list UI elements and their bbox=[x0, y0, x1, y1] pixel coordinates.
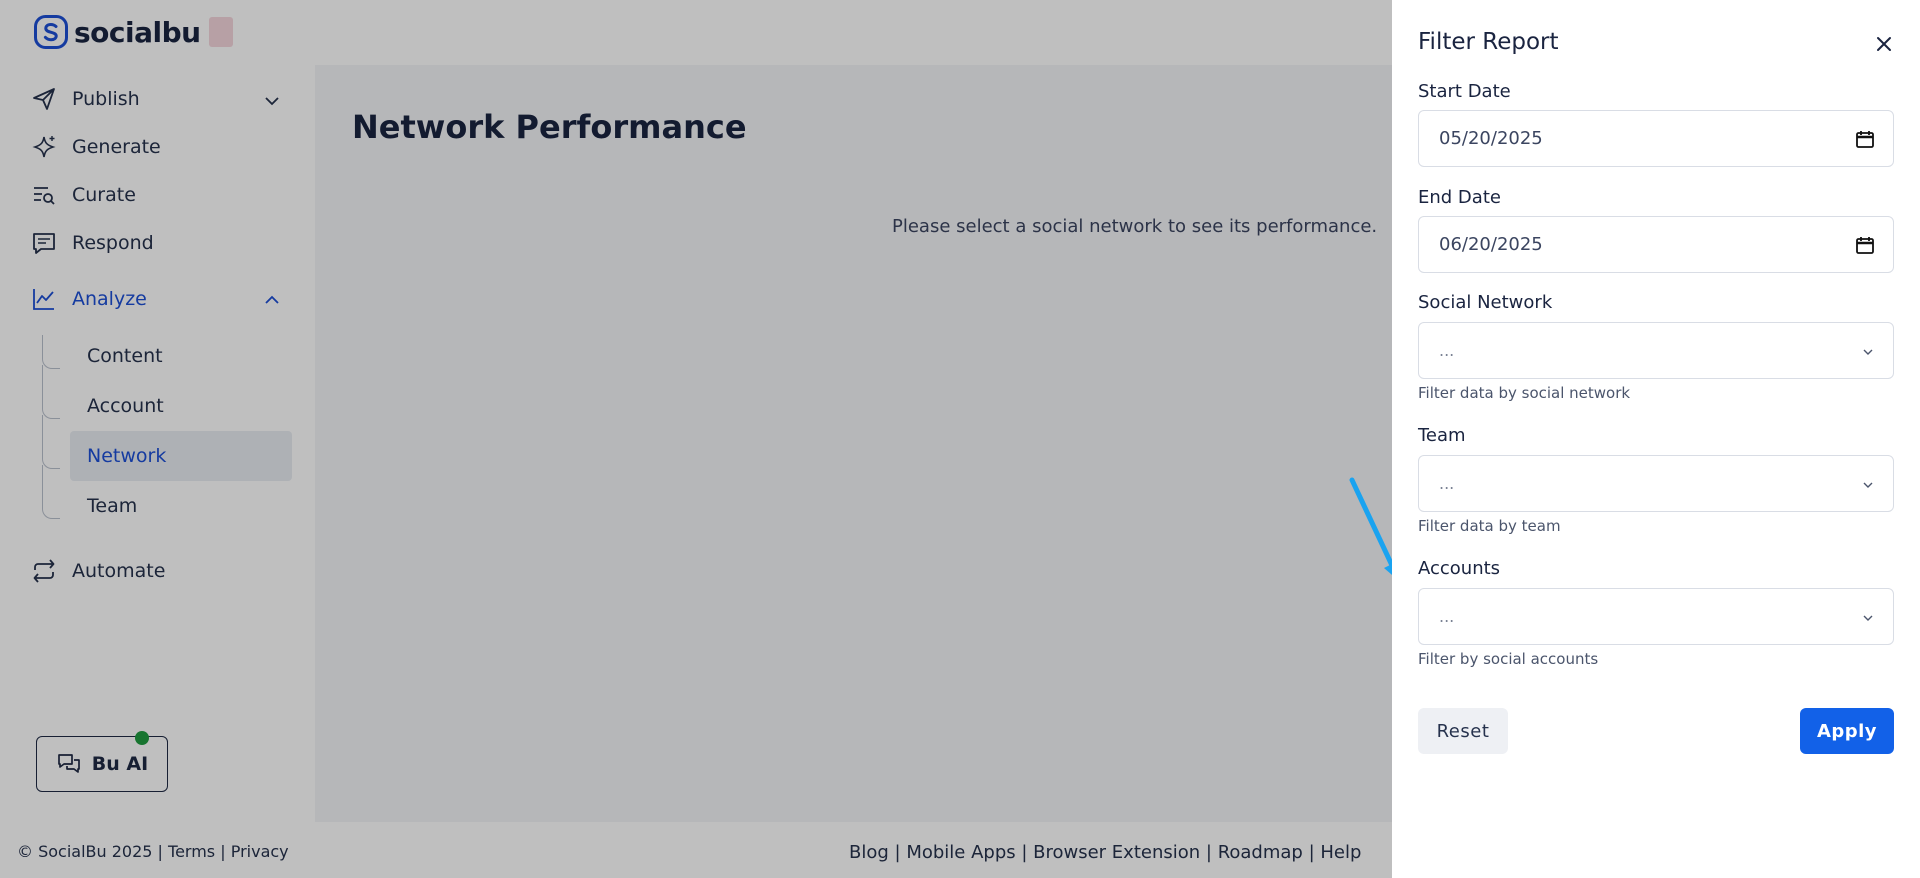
start-date-label: Start Date bbox=[1418, 81, 1511, 102]
accounts-help: Filter by social accounts bbox=[1418, 650, 1599, 668]
team-label: Team bbox=[1418, 425, 1466, 446]
team-select[interactable]: ... bbox=[1418, 455, 1894, 512]
social-network-help: Filter data by social network bbox=[1418, 384, 1631, 402]
close-icon[interactable] bbox=[1870, 30, 1898, 58]
end-date-label: End Date bbox=[1418, 187, 1501, 208]
team-value: ... bbox=[1439, 474, 1455, 493]
end-date-input[interactable]: 06/20/2025 bbox=[1418, 216, 1894, 273]
social-network-label: Social Network bbox=[1418, 292, 1553, 313]
filter-report-panel: Filter Report Start Date 05/20/2025 End … bbox=[1392, 0, 1920, 878]
accounts-label: Accounts bbox=[1418, 558, 1501, 579]
chevron-down-icon bbox=[1863, 349, 1873, 355]
apply-button[interactable]: Apply bbox=[1800, 708, 1894, 754]
start-date-value: 05/20/2025 bbox=[1439, 128, 1543, 149]
accounts-value: ... bbox=[1439, 607, 1455, 626]
end-date-value: 06/20/2025 bbox=[1439, 234, 1543, 255]
team-help: Filter data by team bbox=[1418, 517, 1561, 535]
accounts-select[interactable]: ... bbox=[1418, 588, 1894, 645]
social-network-value: ... bbox=[1439, 341, 1455, 360]
chevron-down-icon bbox=[1863, 615, 1873, 621]
calendar-icon[interactable] bbox=[1855, 129, 1875, 149]
panel-title: Filter Report bbox=[1418, 29, 1559, 55]
reset-button[interactable]: Reset bbox=[1418, 708, 1508, 754]
social-network-select[interactable]: ... bbox=[1418, 322, 1894, 379]
chevron-down-icon bbox=[1863, 482, 1873, 488]
calendar-icon[interactable] bbox=[1855, 235, 1875, 255]
start-date-input[interactable]: 05/20/2025 bbox=[1418, 110, 1894, 167]
